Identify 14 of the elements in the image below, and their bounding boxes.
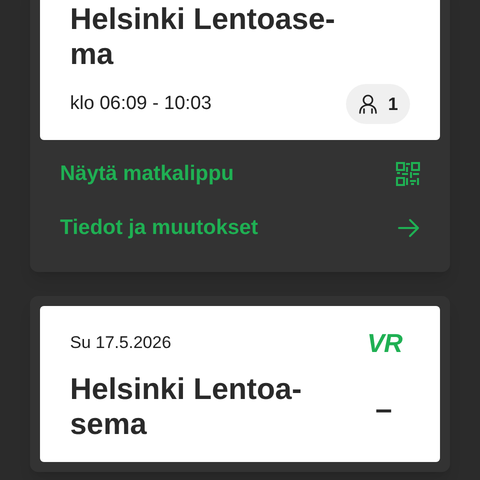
- station-name: ma: [70, 37, 114, 72]
- vr-logo: VR: [367, 326, 402, 360]
- trip-time: klo 06:09 - 10:03: [70, 92, 212, 116]
- arrow-right-icon: [398, 218, 420, 238]
- trip-action-link[interactable]: Näytä matkalippu: [60, 158, 420, 190]
- passenger-count: 1: [388, 92, 398, 116]
- person-icon: [358, 94, 378, 114]
- station-name: Helsinki Lentoase-: [70, 2, 336, 37]
- dash: –: [375, 392, 392, 428]
- qr-code-icon: [396, 162, 420, 186]
- station-name: Helsinki Lentoa-: [70, 372, 302, 407]
- trip-date: Su 17.5.2026: [70, 332, 172, 354]
- station-name: sema: [70, 407, 148, 442]
- trip-action-link[interactable]: Tiedot ja muutokset: [60, 212, 420, 244]
